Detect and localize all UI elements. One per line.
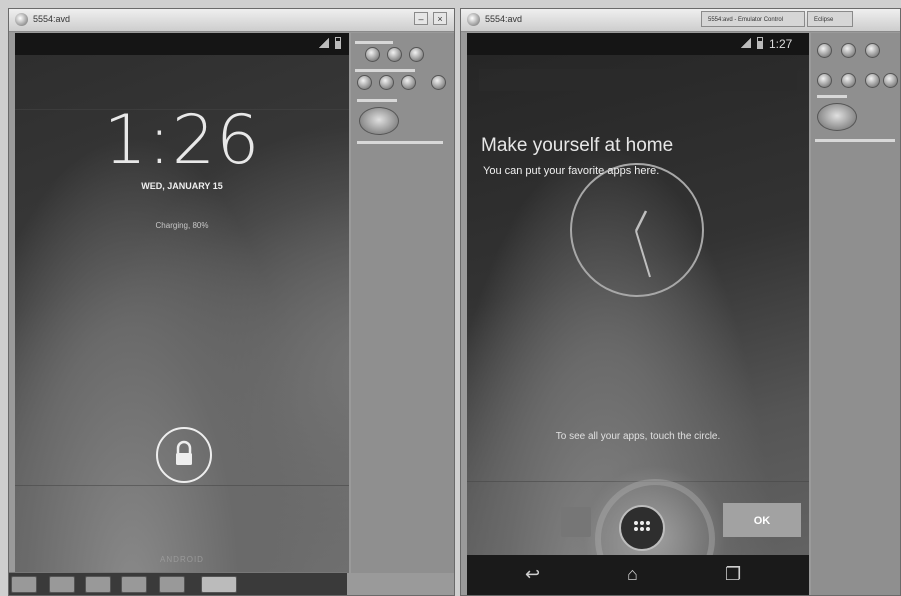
left-titlebar[interactable]: 5554:avd – × xyxy=(9,9,454,32)
status-time: 1:27 xyxy=(769,37,793,51)
browser-icon[interactable] xyxy=(85,576,111,593)
controls-label xyxy=(817,95,847,98)
right-emulator-controls xyxy=(811,33,900,595)
left-device-screen[interactable]: 1:26 WED, JANUARY 15 Charging, 80% ANDRO… xyxy=(15,33,349,573)
battery-icon xyxy=(335,37,341,49)
left-emulator-window: 5554:avd – × 1:26 WED, JANUARY 15 Chargi… xyxy=(8,8,455,596)
minimize-button[interactable]: – xyxy=(414,12,428,25)
apps-grid-icon xyxy=(634,521,650,531)
hotseat-app-icon[interactable] xyxy=(561,507,591,537)
all-apps-button[interactable] xyxy=(619,505,665,551)
navigation-bar: ↩ ⌂ ❐ xyxy=(467,555,809,595)
tabstrip: 5554:avd - Emulator Control Eclipse xyxy=(701,11,901,27)
volume-up-button[interactable] xyxy=(841,43,856,58)
dpad-control[interactable] xyxy=(817,103,857,131)
controls-label xyxy=(355,41,393,44)
menu-button[interactable] xyxy=(379,75,394,90)
battery-icon xyxy=(757,37,763,49)
tab-eclipse[interactable]: Eclipse xyxy=(807,11,853,27)
back-button[interactable] xyxy=(401,75,416,90)
power-button[interactable] xyxy=(409,47,424,62)
tab-emulator-control[interactable]: 5554:avd - Emulator Control xyxy=(701,11,805,27)
charging-status: Charging, 80% xyxy=(155,221,209,230)
controls-label xyxy=(357,99,397,102)
recents-icon[interactable]: ❐ xyxy=(725,565,741,583)
search-bar-placeholder xyxy=(479,69,797,91)
intro-hint: To see all your apps, touch the circle. xyxy=(555,431,721,442)
dpad-control[interactable] xyxy=(359,107,399,135)
app-icon[interactable] xyxy=(201,576,237,593)
clock-hands-icon xyxy=(634,210,651,278)
right-titlebar[interactable]: 5554:avd 5554:avd - Emulator Control Ecl… xyxy=(461,9,900,32)
left-taskbar xyxy=(9,572,347,595)
left-status-bar xyxy=(15,33,349,55)
padlock-icon xyxy=(176,440,192,465)
signal-icon xyxy=(741,38,751,48)
lock-clock: 1:26 xyxy=(103,101,261,180)
right-emulator-window: 5554:avd 5554:avd - Emulator Control Ecl… xyxy=(460,8,901,596)
home-button[interactable] xyxy=(817,73,832,88)
controls-label xyxy=(815,139,895,142)
right-window-title: 5554:avd xyxy=(485,14,523,24)
home-button[interactable] xyxy=(357,75,372,90)
volume-down-button[interactable] xyxy=(817,43,832,58)
left-emulator-controls xyxy=(351,33,454,573)
intro-subtitle: You can put your favorite apps here. xyxy=(483,165,660,177)
volume-down-button[interactable] xyxy=(365,47,380,62)
close-button[interactable]: × xyxy=(433,12,447,25)
file-icon[interactable] xyxy=(11,576,37,593)
search-button[interactable] xyxy=(883,73,898,88)
carrier-label: ANDROID xyxy=(160,555,204,564)
left-window-title: 5554:avd xyxy=(33,14,71,24)
signal-icon xyxy=(319,38,329,48)
back-icon[interactable]: ↩ xyxy=(525,565,540,583)
document-icon[interactable] xyxy=(49,576,75,593)
home-icon[interactable]: ⌂ xyxy=(627,565,638,583)
power-button[interactable] xyxy=(865,43,880,58)
back-button[interactable] xyxy=(865,73,880,88)
search-button[interactable] xyxy=(431,75,446,90)
ok-button[interactable]: OK xyxy=(723,503,801,537)
controls-label xyxy=(355,69,415,72)
volume-up-button[interactable] xyxy=(387,47,402,62)
emulator-app-icon xyxy=(15,13,28,26)
divider-line xyxy=(15,485,349,486)
right-device-screen[interactable]: 1:27 Make yourself at home You can put y… xyxy=(467,33,809,595)
alert-icon[interactable] xyxy=(159,576,185,593)
analog-clock-widget[interactable] xyxy=(570,163,704,297)
emulator-app-icon xyxy=(467,13,480,26)
controls-label xyxy=(357,141,443,144)
unlock-ring[interactable] xyxy=(156,427,212,483)
intro-title: Make yourself at home xyxy=(481,135,674,156)
folder-icon[interactable] xyxy=(121,576,147,593)
lock-date: WED, JANUARY 15 xyxy=(141,181,223,191)
right-status-bar: 1:27 xyxy=(467,33,809,55)
menu-button[interactable] xyxy=(841,73,856,88)
